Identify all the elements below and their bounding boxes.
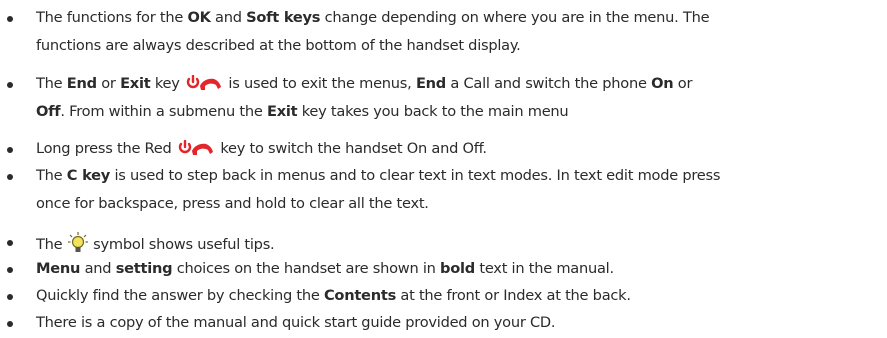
text-run: There is a copy of the manual and quick … bbox=[36, 314, 556, 331]
bullet-dot bbox=[7, 321, 13, 327]
bullet-text-line: The symbol shows useful tips. bbox=[36, 232, 275, 260]
bold-term: bold bbox=[440, 260, 475, 277]
text-run: functions are always described at the bo… bbox=[36, 37, 521, 54]
bold-term: C key bbox=[66, 167, 111, 184]
bold-term: Exit bbox=[120, 75, 151, 92]
bold-term: setting bbox=[115, 260, 173, 277]
bold-term: OK bbox=[187, 9, 211, 26]
text-run: The bbox=[36, 167, 67, 184]
text-run: a Call and switch the phone bbox=[446, 75, 652, 92]
bullet-text-line: There is a copy of the manual and quick … bbox=[36, 313, 556, 333]
text-run: . From within a submenu the bbox=[60, 103, 267, 120]
text-run: or bbox=[96, 75, 121, 92]
bullet-dot bbox=[7, 147, 13, 153]
text-run: Long press the Red bbox=[36, 140, 176, 157]
end-key-icon bbox=[178, 139, 214, 162]
bullet-text-line: once for backspace, press and hold to cl… bbox=[36, 194, 429, 214]
bullet-dot bbox=[7, 16, 13, 22]
bullet-dot bbox=[7, 82, 13, 88]
bullet-text-line: The C key is used to step back in menus … bbox=[36, 166, 721, 186]
bullet-dot bbox=[7, 267, 13, 273]
tip-lightbulb-icon bbox=[67, 232, 88, 260]
text-run: is used to step back in menus and to cle… bbox=[110, 167, 721, 184]
text-run: once for backspace, press and hold to cl… bbox=[36, 195, 429, 212]
text-run: change depending on where you are in the… bbox=[320, 9, 710, 26]
bullet-text-line: Long press the Red key to switch the han… bbox=[36, 139, 487, 162]
text-run: text in the manual. bbox=[474, 260, 614, 277]
text-run: or bbox=[673, 75, 693, 92]
text-run: at the front or Index at the back. bbox=[396, 287, 631, 304]
end-key-icon bbox=[186, 74, 222, 97]
text-run: Quickly find the answer by checking the bbox=[36, 287, 324, 304]
bullet-text-line: Off. From within a submenu the Exit key … bbox=[36, 102, 569, 122]
text-run: key bbox=[150, 75, 185, 92]
bullet-dot bbox=[7, 240, 13, 246]
bullet-text-line: Menu and setting choices on the handset … bbox=[36, 259, 614, 279]
text-run: choices on the handset are shown in bbox=[172, 260, 441, 277]
bullet-text-line: functions are always described at the bo… bbox=[36, 36, 521, 56]
text-run: symbol shows useful tips. bbox=[88, 236, 275, 253]
text-run: The functions for the bbox=[36, 9, 188, 26]
text-run: key takes you back to the main menu bbox=[297, 103, 569, 120]
text-run: The bbox=[36, 75, 67, 92]
bold-term: On bbox=[651, 75, 674, 92]
bold-term: Off bbox=[36, 103, 61, 120]
bullet-dot bbox=[7, 294, 13, 300]
text-run: key to switch the handset On and Off. bbox=[215, 140, 487, 157]
bold-term: Exit bbox=[266, 103, 298, 120]
bullet-text-line: The End or Exit key is used to exit the … bbox=[36, 74, 692, 97]
bullet-text-line: The functions for the OK and Soft keys c… bbox=[36, 8, 710, 28]
text-run: is used to exit the menus, bbox=[224, 75, 416, 92]
bullet-text-line: Quickly find the answer by checking the … bbox=[36, 286, 631, 306]
bullet-dot bbox=[7, 174, 13, 180]
bold-term: Menu bbox=[36, 260, 81, 277]
text-run: and bbox=[80, 260, 116, 277]
bold-term: Contents bbox=[323, 287, 397, 304]
text-run: and bbox=[210, 9, 247, 26]
bold-term: End bbox=[415, 75, 446, 92]
bold-term: End bbox=[66, 75, 97, 92]
text-run: The bbox=[36, 236, 67, 253]
bold-term: Soft keys bbox=[246, 9, 321, 26]
